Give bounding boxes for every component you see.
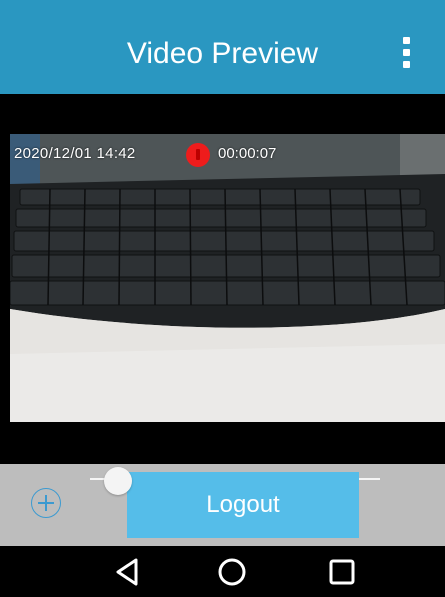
home-circle-icon[interactable] <box>212 552 252 592</box>
zoom-slider-thumb[interactable] <box>104 467 133 495</box>
menu-dot <box>402 36 410 44</box>
control-strip: Logout <box>0 464 445 546</box>
system-nav-bar <box>0 546 445 597</box>
app-header: Video Preview <box>0 0 445 94</box>
app-screen: Video Preview 2020/12/01 14:42 00:00:07 … <box>0 0 445 597</box>
osd-timestamp: 2020/12/01 14:42 <box>14 145 136 162</box>
letterbox-bottom <box>0 422 445 464</box>
letterbox-top <box>0 94 445 134</box>
overflow-menu-icon[interactable] <box>386 30 426 74</box>
menu-dot <box>402 48 410 56</box>
video-preview[interactable]: 2020/12/01 14:42 00:00:07 <box>10 134 445 422</box>
menu-dot <box>402 60 410 68</box>
recording-duration: 00:00:07 <box>218 145 277 162</box>
page-title: Video Preview <box>126 37 319 70</box>
recents-square-icon[interactable] <box>322 552 362 592</box>
camera-feed-image <box>10 134 445 422</box>
zoom-in-icon[interactable] <box>31 488 61 518</box>
back-triangle-icon[interactable] <box>108 552 148 592</box>
logout-button[interactable]: Logout <box>127 472 359 538</box>
record-icon <box>186 143 210 167</box>
